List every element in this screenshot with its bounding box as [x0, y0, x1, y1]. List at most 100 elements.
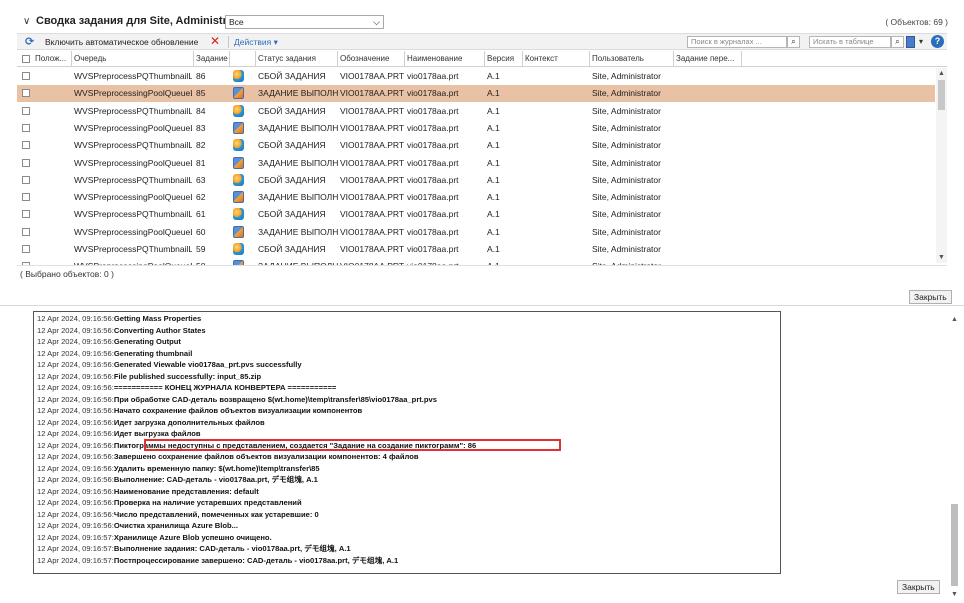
cell-status: СБОЙ ЗАДАНИЯ	[258, 140, 326, 151]
scroll-down-icon[interactable]: ▼	[951, 591, 958, 598]
cell-user: Site, Administrator	[592, 140, 661, 151]
row-checkbox[interactable]	[22, 141, 30, 150]
log-scrollbar[interactable]: ▲ ▼	[950, 312, 959, 600]
cell-version: A.1	[487, 209, 500, 220]
cell-job: 86	[196, 71, 206, 81]
cell-name: vio0178aa.prt	[407, 122, 459, 133]
row-checkbox[interactable]	[22, 245, 30, 253]
search-logs-input[interactable]: Поиск в журналах ...	[687, 36, 787, 48]
search-icon[interactable]: ⌕	[787, 36, 800, 48]
scroll-up-icon[interactable]: ▲	[938, 70, 945, 77]
table-row[interactable]: WVSPreprocessingPoolQueueL 62 ЗАДАНИЕ ВЫПО…	[17, 189, 935, 206]
cell-user: Site, Administrator	[592, 244, 661, 254]
log-line: 12 Apr 2024, 09:16:57:Выполнение задания…	[37, 544, 351, 554]
column-header-context[interactable]: Контекст	[523, 51, 590, 67]
cell-context	[525, 103, 590, 120]
cell-user: Site, Administrator	[592, 122, 661, 133]
log-message: Очистка хранилища Azure Blob...	[113, 521, 238, 530]
column-header-user[interactable]: Пользователь	[590, 51, 674, 67]
table-row[interactable]: WVSPreprocessPQThumbnailL 84 СБОЙ ЗАДАНИЯ V…	[17, 103, 935, 120]
table-row[interactable]: WVSPreprocessPQThumbnailL 59 СБОЙ ЗАДАНИЯ V…	[17, 241, 935, 258]
column-header-number[interactable]: Обозначение	[338, 51, 405, 67]
log-message: Converting Author States	[113, 325, 206, 335]
chevron-down-icon[interactable]: ▾	[919, 37, 923, 46]
log-line: 12 Apr 2024, 09:16:56:Generated Viewable…	[37, 360, 302, 370]
row-checkbox[interactable]	[22, 227, 30, 236]
cell-context	[525, 137, 590, 154]
table-scrollbar[interactable]: ▲ ▼	[936, 68, 947, 263]
table-row[interactable]: WVSPreprocessPQThumbnailL 86 СБОЙ ЗАДАНИЯ V…	[17, 68, 935, 85]
log-line: 12 Apr 2024, 09:16:56:Очистка хранилища …	[37, 521, 238, 531]
search-icon[interactable]: ⌕	[891, 36, 904, 48]
cell-name: vio0178aa.prt	[407, 174, 459, 185]
table-row[interactable]: WVSPreprocessingPoolQueueL 83 ЗАДАНИЕ ВЫПО…	[17, 120, 935, 137]
auto-refresh-toggle[interactable]: Включить автоматическое обновление	[45, 37, 198, 47]
columns-icon[interactable]	[906, 36, 915, 48]
cell-status: ЗАДАНИЕ ВЫПОЛН	[258, 157, 338, 168]
column-header-resubmitted[interactable]: Задание пере...	[674, 51, 742, 67]
row-checkbox[interactable]	[22, 175, 30, 184]
log-line: 12 Apr 2024, 09:16:56:Удалить временную …	[37, 464, 320, 474]
cell-queue: WVSPreprocessPQThumbnailL	[74, 71, 192, 81]
scroll-down-icon[interactable]: ▼	[938, 254, 945, 261]
log-line: 12 Apr 2024, 09:16:56:Generating thumbna…	[37, 349, 192, 359]
cell-job: 59	[196, 244, 206, 254]
row-checkbox[interactable]	[22, 158, 30, 167]
jobs-table: Полож... Очередь Задание Статус задания …	[17, 51, 947, 266]
column-header-position[interactable]: Полож...	[33, 51, 72, 67]
scrollbar-thumb[interactable]	[938, 80, 945, 110]
scroll-up-icon[interactable]: ▲	[951, 316, 958, 323]
filter-select[interactable]: Все ⌵	[225, 15, 384, 29]
table-row[interactable]: WVSPreprocessPQThumbnailL 63 СБОЙ ЗАДАНИЯ V…	[17, 172, 935, 189]
row-checkbox[interactable]	[22, 262, 30, 265]
column-header-job[interactable]: Задание	[194, 51, 230, 67]
row-checkbox[interactable]	[22, 123, 30, 132]
cell-number: VIO0178AA.PRT	[340, 105, 405, 116]
log-timestamp: 12 Apr 2024, 09:16:56:	[37, 325, 114, 335]
actions-menu[interactable]: Действия ▾	[234, 37, 278, 48]
log-message: При обработке CAD-деталь возвращено $(wt…	[113, 394, 437, 404]
cell-job: 82	[196, 140, 206, 151]
pool-job-icon	[233, 225, 244, 238]
column-header-version[interactable]: Версия	[485, 51, 523, 67]
table-row[interactable]: WVSPreprocessingPoolQueueL 81 ЗАДАНИЕ ВЫПО…	[17, 155, 935, 172]
row-checkbox[interactable]	[22, 89, 30, 98]
table-row[interactable]: WVSPreprocessingPoolQueueL 58 ЗАДАНИЕ ВЫПО…	[17, 258, 935, 265]
table-row[interactable]: WVSPreprocessPQThumbnailL 82 СБОЙ ЗАДАНИЯ V…	[17, 137, 935, 154]
cell-status: ЗАДАНИЕ ВЫПОЛН	[258, 192, 338, 203]
collapse-chevron-icon[interactable]: ∨	[23, 16, 30, 27]
row-checkbox[interactable]	[22, 193, 30, 202]
table-row[interactable]: WVSPreprocessingPoolQueueL 85 ЗАДАНИЕ ВЫПО…	[17, 85, 935, 103]
table-row[interactable]: WVSPreprocessPQThumbnailL 61 СБОЙ ЗАДАНИЯ V…	[17, 206, 935, 223]
row-checkbox[interactable]	[22, 72, 30, 80]
cell-number: VIO0178AA.PRT	[340, 174, 405, 185]
cell-context	[525, 85, 590, 102]
log-timestamp: 12 Apr 2024, 09:16:56:	[37, 394, 114, 404]
log-line: 12 Apr 2024, 09:16:56:Getting Mass Prope…	[37, 314, 201, 324]
column-header-status[interactable]: Статус задания	[256, 51, 338, 67]
select-all-checkbox[interactable]	[22, 55, 30, 63]
cell-user: Site, Administrator	[592, 226, 661, 237]
log-message: Хранилище Azure Blob успешно очищено.	[113, 532, 272, 542]
log-message: Удалить временную папку: $(wt.home)\temp…	[113, 463, 320, 473]
scrollbar-thumb[interactable]	[951, 504, 958, 586]
cell-name: vio0178aa.prt	[407, 71, 459, 81]
cell-version: A.1	[487, 226, 500, 237]
close-log-button[interactable]: Закрыть	[897, 580, 940, 594]
column-header-name[interactable]: Наименование	[405, 51, 485, 67]
column-header-type[interactable]	[230, 51, 256, 67]
delete-icon[interactable]: ✕	[210, 34, 220, 48]
row-checkbox[interactable]	[22, 210, 30, 219]
column-header-queue[interactable]: Очередь	[72, 51, 194, 67]
log-message: Generated Viewable vio0178aa_prt.pvs suc…	[113, 360, 302, 369]
table-row[interactable]: WVSPreprocessingPoolQueueL 60 ЗАДАНИЕ ВЫПО…	[17, 224, 935, 241]
help-icon[interactable]: ?	[931, 35, 944, 48]
log-message: Наименование представления: default	[113, 486, 259, 496]
log-timestamp: 12 Apr 2024, 09:16:56:	[37, 337, 114, 346]
search-table-input[interactable]: Искать в таблице	[809, 36, 891, 48]
log-line: 12 Apr 2024, 09:16:56:Наименование предс…	[37, 487, 259, 497]
refresh-icon[interactable]: ⟳	[25, 35, 34, 48]
pool-job-icon	[233, 87, 244, 100]
close-button[interactable]: Закрыть	[909, 290, 952, 304]
row-checkbox[interactable]	[22, 106, 30, 115]
